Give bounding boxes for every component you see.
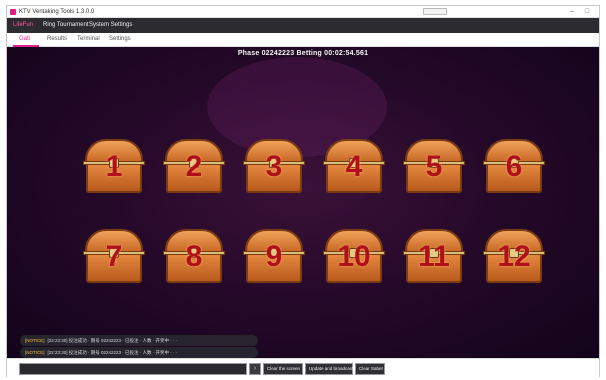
chest-12[interactable]: 12 — [483, 229, 545, 285]
tab-terminal[interactable]: Terminal — [77, 36, 100, 42]
minimize-icon[interactable]: – — [567, 7, 577, 17]
log-entry: [NOTICE] [22:23:30] 投注成功 · 期号 02242223 · … — [20, 335, 258, 346]
update-broadcast-button[interactable]: Update and broadcast — [305, 363, 353, 375]
log-text: [22:23:30] 投注成功 · 期号 02242223 · 已投注 · 人数… — [47, 338, 178, 343]
command-bar: › Clear the screen Update and broadcast … — [7, 358, 599, 378]
clear-screen-button[interactable]: Clear the screen — [263, 363, 303, 375]
app-window: KTV Ventaking Tools 1.3.0.0 – □ LifeFun … — [6, 5, 600, 378]
chest-7[interactable]: 7 — [83, 229, 145, 285]
chest-number: 7 — [105, 240, 123, 273]
menu-item-lifefun[interactable]: LifeFun — [13, 22, 33, 28]
log-tag: [NOTICE] — [25, 338, 45, 343]
tab-results[interactable]: Results — [47, 36, 67, 42]
chest-number: 9 — [265, 240, 283, 273]
chest-number: 6 — [505, 150, 523, 183]
menu-bar: LifeFun Ring Tournament System Settings — [7, 18, 599, 33]
clear-sabet-button[interactable]: Clear Sabet — [355, 363, 385, 375]
chest-3[interactable]: 3 — [243, 139, 305, 195]
chest-number: 11 — [418, 240, 450, 273]
chest-10[interactable]: 10 — [323, 229, 385, 285]
tab-bar: Gati Results Terminal Settings — [7, 33, 599, 47]
tab-settings[interactable]: Settings — [109, 36, 131, 42]
menu-item-ring-tournament[interactable]: Ring Tournament — [43, 22, 89, 28]
chest-11[interactable]: 11 — [403, 229, 465, 285]
log-text: [22:23:30] 投注成功 · 期号 02242223 · 已投注 · 人数… — [47, 350, 178, 355]
chest-number: 5 — [425, 150, 443, 183]
chest-4[interactable]: 4 — [323, 139, 385, 195]
maximize-icon[interactable]: □ — [582, 7, 592, 17]
chest-number: 8 — [185, 240, 203, 273]
chest-number: 4 — [345, 150, 363, 183]
chest-5[interactable]: 5 — [403, 139, 465, 195]
titlebar-widget[interactable] — [423, 8, 447, 15]
app-icon — [10, 9, 16, 15]
chest-2[interactable]: 2 — [163, 139, 225, 195]
chest-9[interactable]: 9 — [243, 229, 305, 285]
chest-number: 2 — [185, 150, 203, 183]
menu-item-system-settings[interactable]: System Settings — [89, 22, 132, 28]
window-title: KTV Ventaking Tools 1.3.0.0 — [19, 9, 95, 15]
chest-number: 10 — [337, 240, 371, 273]
chest-8[interactable]: 8 — [163, 229, 225, 285]
chest-number: 12 — [497, 240, 531, 273]
title-bar: KTV Ventaking Tools 1.3.0.0 – □ — [7, 6, 599, 18]
chest-number: 3 — [265, 150, 283, 183]
chest-6[interactable]: 6 — [483, 139, 545, 195]
game-stage: Phase 02242223 Betting 00:02:54.561 1 2 … — [7, 47, 599, 358]
log-entry: [NOTICE] [22:23:30] 投注成功 · 期号 02242223 · … — [20, 347, 258, 358]
command-input[interactable] — [19, 363, 247, 375]
log-tag: [NOTICE] — [25, 350, 45, 355]
chest-number: 1 — [105, 150, 123, 183]
send-arrow-icon[interactable]: › — [249, 363, 261, 375]
chest-1[interactable]: 1 — [83, 139, 145, 195]
phase-countdown: Phase 02242223 Betting 00:02:54.561 — [237, 50, 369, 57]
tab-gati[interactable]: Gati — [19, 36, 30, 42]
